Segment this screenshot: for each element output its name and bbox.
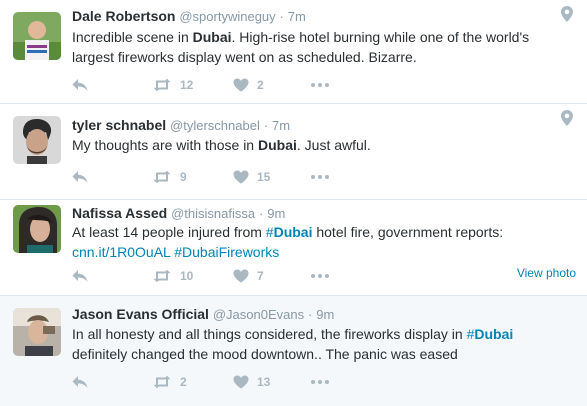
- retweet-icon: [153, 269, 171, 283]
- retweet-button[interactable]: 9: [152, 167, 187, 187]
- more-button[interactable]: [311, 75, 329, 95]
- text-part: My thoughts are with those in: [72, 137, 258, 153]
- text-part: definitely changed the mood downtown.. T…: [72, 346, 458, 362]
- location-pin-icon[interactable]: [561, 110, 573, 126]
- more-icon: [311, 380, 329, 384]
- more-icon: [311, 175, 329, 179]
- username[interactable]: @tylerschnabel: [170, 118, 260, 133]
- like-button[interactable]: 13: [233, 372, 270, 392]
- username[interactable]: @Jason0Evans: [213, 307, 304, 322]
- hashtag-link[interactable]: #Dubai: [266, 224, 313, 240]
- retweet-count: 9: [180, 170, 187, 184]
- tweet-item[interactable]: Dale Robertson @sportywineguy · 7m Incre…: [0, 0, 587, 104]
- avatar[interactable]: [13, 116, 61, 164]
- retweet-icon: [153, 170, 171, 184]
- more-button[interactable]: [311, 167, 329, 187]
- tweet-text: My thoughts are with those in Dubai. Jus…: [72, 135, 572, 155]
- like-button[interactable]: 15: [233, 167, 270, 187]
- fullname[interactable]: Dale Robertson: [72, 8, 175, 24]
- tweet-actions: 12 2: [72, 75, 372, 95]
- tweet-item[interactable]: Jason Evans Official @Jason0Evans · 9m I…: [0, 296, 587, 406]
- tweet-header: Jason Evans Official @Jason0Evans · 9m: [72, 305, 334, 324]
- separator-dot: ·: [259, 206, 264, 221]
- hashtag-link[interactable]: #Dubai: [467, 326, 514, 342]
- like-button[interactable]: 7: [233, 266, 264, 286]
- retweet-count: 10: [180, 269, 194, 283]
- reply-icon: [72, 171, 88, 183]
- url-link[interactable]: cnn.it/1R0OuAL: [72, 244, 170, 260]
- timestamp[interactable]: 7m: [288, 9, 306, 24]
- keyword-highlight: Dubai: [192, 29, 232, 45]
- retweet-icon: [153, 78, 171, 92]
- tweet-actions: 2 13: [72, 372, 372, 392]
- separator-dot: ·: [263, 118, 269, 133]
- reply-button[interactable]: [72, 372, 88, 392]
- avatar[interactable]: [13, 308, 61, 356]
- reply-button[interactable]: [72, 75, 88, 95]
- view-photo-link[interactable]: View photo: [517, 266, 576, 280]
- tweet-text: At least 14 people injured from #Dubai h…: [72, 222, 572, 262]
- tweet-actions: 9 15: [72, 167, 372, 187]
- heart-icon: [233, 170, 249, 184]
- heart-icon: [233, 269, 249, 283]
- heart-icon: [233, 375, 249, 389]
- like-count: 2: [257, 78, 264, 92]
- retweet-button[interactable]: 2: [152, 372, 187, 392]
- timestamp[interactable]: 7m: [272, 118, 290, 133]
- text-part: In all honesty and all things considered…: [72, 326, 467, 342]
- retweet-icon: [153, 375, 171, 389]
- reply-button[interactable]: [72, 167, 88, 187]
- like-count: 15: [257, 170, 271, 184]
- tweet-text: In all honesty and all things considered…: [72, 324, 572, 364]
- location-pin-icon[interactable]: [561, 6, 573, 22]
- tweet-item[interactable]: tyler schnabel @tylerschnabel · 7m My th…: [0, 104, 587, 200]
- retweet-button[interactable]: 12: [152, 75, 193, 95]
- like-button[interactable]: 2: [233, 75, 264, 95]
- fullname[interactable]: Nafissa Assed: [72, 205, 167, 221]
- fullname[interactable]: tyler schnabel: [72, 117, 166, 133]
- retweet-button[interactable]: 10: [152, 266, 193, 286]
- timestamp[interactable]: 9m: [316, 307, 334, 322]
- tweet-header: tyler schnabel @tylerschnabel · 7m: [72, 116, 290, 135]
- text-part: hotel fire, government reports:: [312, 224, 504, 240]
- more-icon: [311, 83, 329, 87]
- keyword-highlight: Dubai: [474, 326, 514, 342]
- username[interactable]: @thisisnafissa: [171, 206, 255, 221]
- like-count: 13: [257, 375, 271, 389]
- hashtag-link[interactable]: #DubaiFireworks: [174, 244, 279, 260]
- fullname[interactable]: Jason Evans Official: [72, 306, 209, 322]
- reply-icon: [72, 270, 88, 282]
- text-part: At least 14 people injured from: [72, 224, 266, 240]
- heart-icon: [233, 78, 249, 92]
- keyword-highlight: Dubai: [273, 224, 313, 240]
- tweet-actions: 10 7: [72, 266, 372, 286]
- avatar[interactable]: [13, 205, 61, 253]
- username[interactable]: @sportywineguy: [179, 9, 275, 24]
- tweet-text: Incredible scene in Dubai. High-rise hot…: [72, 27, 572, 67]
- reply-icon: [72, 376, 88, 388]
- more-button[interactable]: [311, 266, 329, 286]
- tweet-item[interactable]: Nafissa Assed @thisisnafissa · 9m At lea…: [0, 200, 587, 296]
- hash-symbol: #: [265, 224, 274, 240]
- separator-dot: ·: [307, 307, 313, 322]
- text-part: Incredible scene in: [72, 29, 193, 45]
- avatar[interactable]: [13, 12, 61, 60]
- retweet-count: 12: [180, 78, 194, 92]
- text-part: . Just awful.: [296, 137, 371, 153]
- retweet-count: 2: [180, 375, 187, 389]
- like-count: 7: [257, 269, 264, 283]
- more-button[interactable]: [311, 372, 329, 392]
- tweet-header: Nafissa Assed @thisisnafissa · 9m: [72, 204, 285, 223]
- separator-dot: ·: [279, 9, 284, 24]
- reply-button[interactable]: [72, 266, 88, 286]
- tweet-header: Dale Robertson @sportywineguy · 7m: [72, 7, 306, 26]
- keyword-highlight: Dubai: [258, 137, 297, 153]
- timestamp[interactable]: 9m: [267, 206, 285, 221]
- reply-icon: [72, 79, 88, 91]
- more-icon: [311, 274, 329, 278]
